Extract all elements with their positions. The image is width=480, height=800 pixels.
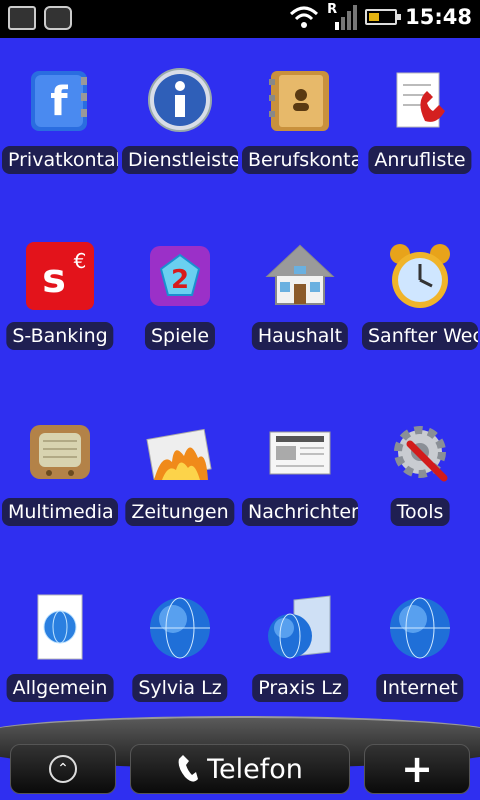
app-s-banking[interactable]: s € S-Banking (0, 214, 120, 390)
house-icon (264, 240, 336, 312)
games-icon: 2 (144, 240, 216, 312)
svg-text:2: 2 (171, 265, 189, 295)
app-zeitungen[interactable]: Zeitungen (120, 390, 240, 566)
app-label: Zeitungen (125, 498, 235, 526)
svg-text:f: f (50, 79, 68, 125)
roaming-indicator: R (327, 1, 338, 17)
app-sanfter-wecker[interactable]: Sanfter Wecker (360, 214, 480, 390)
app-haushalt[interactable]: Haushalt (240, 214, 360, 390)
app-label: Haushalt (251, 322, 349, 350)
burning-newspaper-icon (144, 416, 216, 488)
call-log-icon (384, 64, 456, 136)
app-dienstleister[interactable]: Dienstleister (120, 38, 240, 214)
app-label: Privatkontakte (2, 146, 118, 174)
svg-text:€: € (74, 249, 87, 273)
battery-icon (365, 9, 402, 25)
app-grid: f Privatkontakte Dienstleister Berufskon… (0, 38, 480, 728)
app-internet[interactable]: Internet (360, 566, 480, 742)
app-label: Spiele (144, 322, 216, 350)
app-label: Allgemein (6, 674, 114, 702)
signal-icon (335, 5, 358, 30)
news-icon (264, 416, 336, 488)
app-multimedia[interactable]: Multimedia (0, 390, 120, 566)
sparkasse-icon: s € (24, 240, 96, 312)
app-berufskontakte[interactable]: Berufskontakte (240, 38, 360, 214)
camera-icon (44, 6, 72, 30)
globe-folder-icon (264, 592, 336, 664)
app-privatkontakte[interactable]: f Privatkontakte (0, 38, 120, 214)
app-label: Nachrichten (242, 498, 358, 526)
app-label: S-Banking (6, 322, 114, 350)
clock: 15:48 (405, 5, 472, 29)
app-label: Internet (376, 674, 464, 702)
status-bar: R 15:48 (0, 0, 480, 38)
plus-icon: + (401, 747, 433, 791)
app-label: Berufskontakte (242, 146, 358, 174)
alarm-clock-icon (384, 240, 456, 312)
phone-handset-icon (178, 755, 199, 782)
app-label: Anrufliste (368, 146, 472, 174)
address-book-icon (264, 64, 336, 136)
app-label: Sanfter Wecker (362, 322, 478, 350)
contacts-book-f-icon: f (24, 64, 96, 136)
app-anrufliste[interactable]: Anrufliste (360, 38, 480, 214)
app-nachrichten[interactable]: Nachrichten (240, 390, 360, 566)
info-icon (144, 64, 216, 136)
app-label: Sylvia Lz (132, 674, 228, 702)
chevron-up-icon: ⌃ (49, 755, 77, 783)
svg-text:s: s (42, 256, 66, 302)
app-label: Tools (390, 498, 450, 526)
gallery-icon (8, 6, 36, 30)
app-label: Praxis Lz (252, 674, 348, 702)
wifi-icon (290, 6, 319, 28)
app-allgemein[interactable]: Allgemein (0, 566, 120, 742)
phone-button[interactable]: Telefon (130, 744, 350, 794)
app-label: Multimedia (2, 498, 118, 526)
globe-icon (144, 592, 216, 664)
phone-label: Telefon (207, 753, 303, 785)
app-tools[interactable]: Tools (360, 390, 480, 566)
app-drawer-button[interactable]: ⌃ (10, 744, 116, 794)
globe-document-icon (24, 592, 96, 664)
tools-gear-icon (384, 416, 456, 488)
globe-icon (384, 592, 456, 664)
add-button[interactable]: + (364, 744, 470, 794)
radio-icon (24, 416, 96, 488)
app-spiele[interactable]: 2 Spiele (120, 214, 240, 390)
app-label: Dienstleister (122, 146, 238, 174)
